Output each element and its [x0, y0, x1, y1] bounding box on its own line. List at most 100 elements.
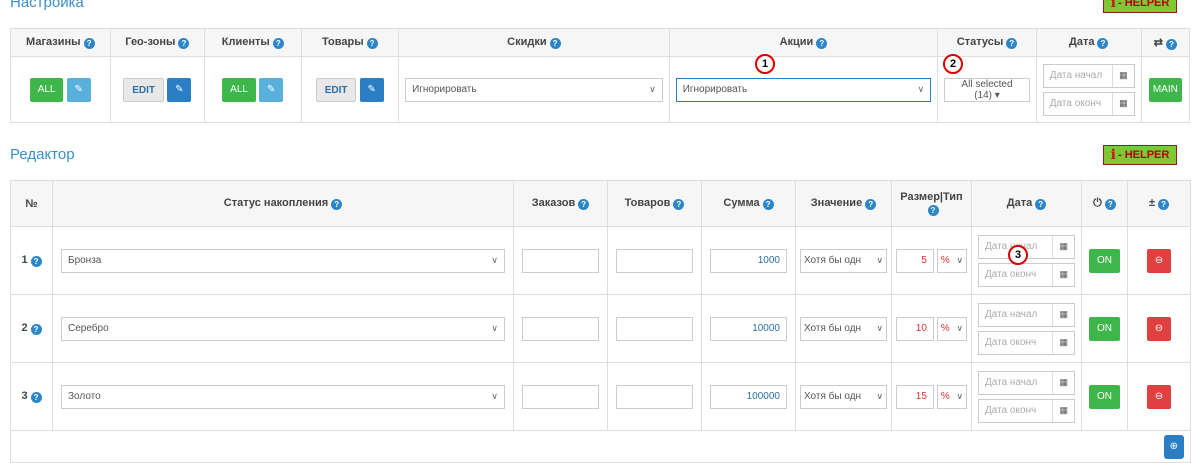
settings-date-start[interactable]: Дата начал ▦: [1042, 63, 1135, 88]
helper-label: - HELPER: [1117, 0, 1170, 9]
help-icon: ?: [927, 205, 939, 216]
chevron-down-icon: ∨: [876, 391, 883, 401]
help-icon: ?: [865, 199, 877, 210]
row-date-end[interactable]: Дата оконч ▦: [978, 330, 1075, 355]
col-date: Дата?: [971, 180, 1082, 227]
row-number: 2: [21, 322, 28, 334]
col-statuses: Статусы?: [937, 28, 1037, 57]
row-date-end[interactable]: Дата оконч ▦: [978, 262, 1075, 287]
main-button[interactable]: MAIN: [1148, 77, 1182, 102]
on-toggle-button[interactable]: ON: [1089, 248, 1120, 273]
pencil-icon: ✎: [267, 83, 276, 95]
help-icon: ?: [366, 38, 378, 49]
help-icon: ?: [1165, 38, 1177, 50]
sum-input[interactable]: 100000: [710, 384, 787, 409]
col-geo: Гео-зоны?: [109, 28, 206, 57]
table-row: 3? Золото ∨ 100000 Хотя бы одн ∨ 15% ∨ Дата…: [10, 362, 1191, 431]
row-date-end[interactable]: Дата оконч ▦: [978, 398, 1075, 423]
row-date-start[interactable]: Дата начал▦: [978, 302, 1075, 327]
size-input[interactable]: 15: [896, 384, 934, 409]
plus-icon: ⊕: [1169, 440, 1178, 452]
col-power: ⏻?: [1081, 180, 1128, 227]
type-select[interactable]: % ∨: [936, 384, 967, 409]
status-select[interactable]: Серебро ∨: [61, 316, 505, 341]
statuses-multiselect[interactable]: All selected (14) ▾: [944, 77, 1030, 102]
chevron-down-icon: ∨: [491, 391, 498, 401]
minus-icon: ⊖: [1154, 390, 1164, 402]
settings-table: Магазины? Гео-зоны? Клиенты? Товары? Ски…: [10, 28, 1191, 123]
sum-input[interactable]: 10000: [710, 316, 787, 341]
size-input[interactable]: 5: [896, 248, 934, 273]
type-select[interactable]: % ∨: [936, 248, 967, 273]
goods-edit-button[interactable]: EDIT: [315, 77, 357, 102]
settings-date-end[interactable]: Дата оконч ▦: [1042, 91, 1135, 116]
col-swap: ⇄?: [1140, 28, 1191, 57]
geo-pencil-button[interactable]: ✎: [167, 77, 192, 102]
chevron-down-icon: ∨: [956, 323, 963, 333]
col-status: Статус накопления?: [52, 180, 514, 227]
goods-input[interactable]: [616, 384, 693, 409]
geo-edit-button[interactable]: EDIT: [123, 77, 164, 102]
value-select[interactable]: Хотя бы одн ∨: [800, 316, 887, 341]
remove-row-button[interactable]: ⊖: [1146, 248, 1172, 273]
chevron-down-icon: ∨: [491, 323, 498, 333]
remove-row-button[interactable]: ⊖: [1146, 316, 1172, 341]
chevron-down-icon: ∨: [956, 391, 963, 401]
goods-input[interactable]: [616, 316, 693, 341]
col-clients: Клиенты?: [204, 28, 302, 57]
editor-helper-button[interactable]: i- HELPER: [1103, 145, 1177, 165]
promos-select[interactable]: Игнорировать ∨: [675, 77, 932, 102]
size-input[interactable]: 10: [896, 316, 934, 341]
col-plusminus: ±?: [1127, 180, 1191, 227]
col-date: Дата?: [1035, 28, 1142, 57]
remove-row-button[interactable]: ⊖: [1146, 384, 1172, 409]
value-select[interactable]: Хотя бы одн ∨: [800, 384, 887, 409]
stores-edit-button[interactable]: ✎: [66, 77, 91, 102]
row-number: 3: [21, 390, 28, 402]
help-icon: ?: [272, 38, 284, 49]
editor-table: № Статус накопления? Заказов? Товаров? С…: [10, 180, 1191, 463]
settings-helper-button[interactable]: i- HELPER: [1103, 0, 1177, 13]
stores-all-button[interactable]: ALL: [29, 77, 64, 102]
goods-pencil-button[interactable]: ✎: [359, 77, 384, 102]
orders-input[interactable]: [522, 316, 599, 341]
help-icon: ?: [30, 392, 42, 403]
status-select[interactable]: Золото ∨: [61, 384, 505, 409]
add-row-button[interactable]: ⊕: [1163, 434, 1184, 459]
help-icon: ?: [30, 256, 42, 267]
orders-input[interactable]: [522, 248, 599, 273]
editor-title: Редактор: [10, 146, 75, 163]
chevron-down-icon: ∨: [876, 323, 883, 333]
helper-label: - HELPER: [1117, 149, 1170, 161]
calendar-icon: ▦: [1052, 399, 1068, 422]
pencil-icon: ✎: [175, 83, 184, 95]
calendar-icon: ▦: [1112, 64, 1128, 87]
chevron-down-icon: ∨: [649, 84, 656, 94]
orders-input[interactable]: [522, 384, 599, 409]
calendar-icon: ▦: [1112, 92, 1128, 115]
sum-input[interactable]: 1000: [710, 248, 787, 273]
row-date-start[interactable]: Дата начал▦: [978, 370, 1075, 395]
calendar-icon: ▦: [1052, 235, 1068, 258]
on-toggle-button[interactable]: ON: [1089, 384, 1120, 409]
type-select[interactable]: % ∨: [936, 316, 967, 341]
pencil-icon: ✎: [367, 83, 376, 95]
clients-all-button[interactable]: ALL: [222, 77, 256, 102]
help-icon: ?: [673, 199, 685, 210]
help-icon: ?: [83, 38, 95, 49]
chevron-down-icon: ∨: [956, 255, 963, 265]
help-icon: ?: [762, 199, 774, 210]
clients-edit-button[interactable]: ✎: [259, 77, 284, 102]
minus-icon: ⊖: [1154, 254, 1164, 266]
value-select[interactable]: Хотя бы одн ∨: [800, 248, 887, 273]
pencil-icon: ✎: [74, 83, 83, 95]
discounts-select[interactable]: Игнорировать ∨: [405, 77, 663, 102]
marker-3: 3: [1008, 245, 1028, 265]
help-icon: ?: [816, 38, 828, 49]
status-select[interactable]: Бронза ∨: [61, 248, 505, 273]
on-toggle-button[interactable]: ON: [1089, 316, 1120, 341]
row-number: 1: [21, 254, 28, 266]
chevron-down-icon: ∨: [876, 255, 883, 265]
goods-input[interactable]: [616, 248, 693, 273]
col-stores: Магазины?: [10, 28, 111, 57]
